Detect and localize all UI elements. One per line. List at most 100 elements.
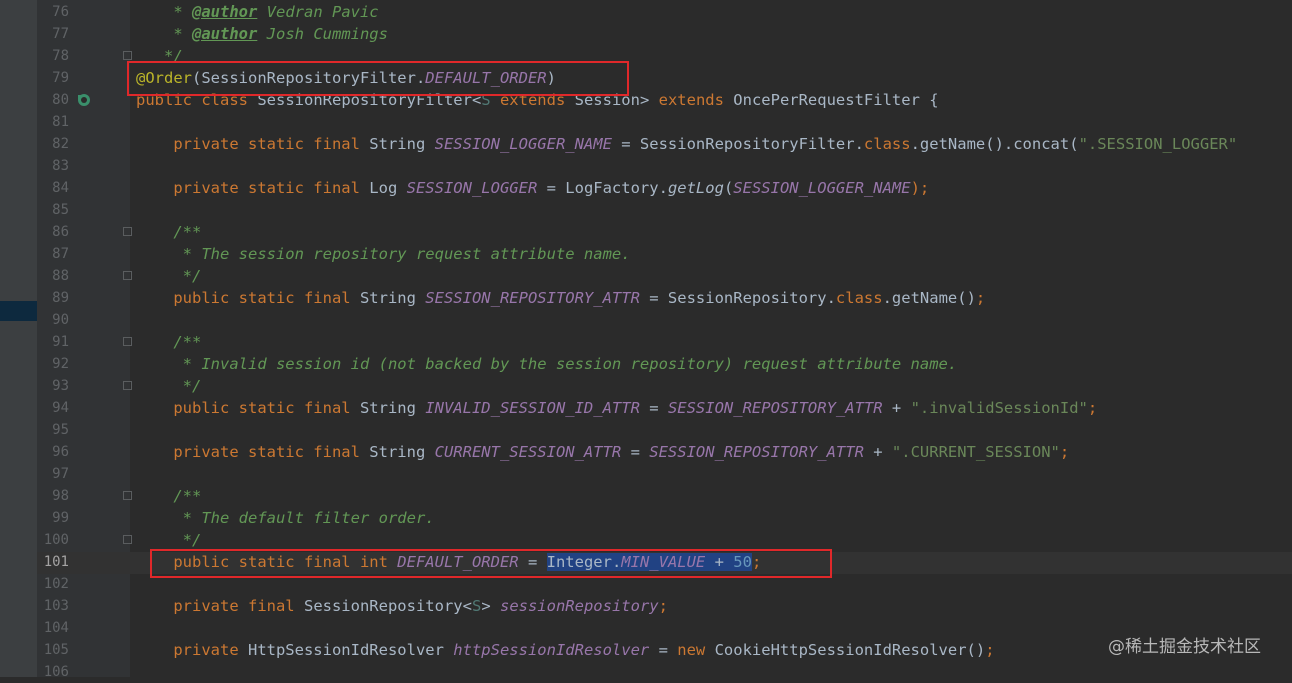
code-text: private static final String CURRENT_SESS… xyxy=(136,441,1069,463)
annotation-highlight-box xyxy=(127,61,629,96)
code-token: public static final xyxy=(136,399,360,417)
line-number: 94 xyxy=(52,400,69,416)
line-number: 102 xyxy=(43,576,69,592)
code-token: = xyxy=(649,641,678,659)
line-number: 82 xyxy=(52,136,69,152)
code-line[interactable]: 99 * The default filter order. xyxy=(0,507,1292,529)
code-token: OncePerRequestFilter { xyxy=(733,91,939,109)
code-line[interactable]: 81 xyxy=(0,111,1292,133)
code-text: private static final String SESSION_LOGG… xyxy=(136,133,1237,155)
code-token: CookieHttpSessionIdResolver() xyxy=(714,641,986,659)
implemented-class-icon[interactable] xyxy=(76,92,92,108)
code-token: Vedran Pavic xyxy=(257,3,379,21)
code-token: ; xyxy=(1087,399,1098,417)
line-number: 84 xyxy=(52,180,69,196)
code-line[interactable]: 105 private HttpSessionIdResolver httpSe… xyxy=(0,639,1292,661)
code-line[interactable]: 97 xyxy=(0,463,1292,485)
fold-marker-icon[interactable] xyxy=(123,271,132,280)
code-line[interactable]: 87 * The session repository request attr… xyxy=(0,243,1292,265)
line-number: 85 xyxy=(52,202,69,218)
code-token: + xyxy=(882,399,911,417)
code-token: = xyxy=(639,399,668,417)
code-line[interactable]: 89 public static final String SESSION_RE… xyxy=(0,287,1292,309)
code-text: /** xyxy=(136,485,201,507)
code-text: public static final String INVALID_SESSI… xyxy=(136,397,1097,419)
code-token: String xyxy=(369,135,435,153)
code-line[interactable]: 106 xyxy=(0,661,1292,683)
code-line[interactable]: 83 xyxy=(0,155,1292,177)
fold-marker-icon[interactable] xyxy=(123,491,132,500)
code-token: SESSION_REPOSITORY_ATTR xyxy=(649,443,864,461)
code-line[interactable]: 90 xyxy=(0,309,1292,331)
code-token: SESSION_LOGGER_NAME xyxy=(733,179,911,197)
code-token: SESSION_LOGGER_NAME xyxy=(434,135,612,153)
code-line[interactable]: 86 /** xyxy=(0,221,1292,243)
line-number: 96 xyxy=(52,444,69,460)
code-token: = SessionRepositoryFilter. xyxy=(611,135,864,153)
code-token: * The session repository request attribu… xyxy=(136,245,631,263)
code-text: private final SessionRepository<S> sessi… xyxy=(136,595,668,617)
fold-marker-icon[interactable] xyxy=(123,535,132,544)
fold-marker-icon[interactable] xyxy=(123,337,132,346)
code-line[interactable]: 94 public static final String INVALID_SE… xyxy=(0,397,1292,419)
code-token: SESSION_LOGGER xyxy=(406,179,538,197)
code-line[interactable]: 98 /** xyxy=(0,485,1292,507)
code-token: String xyxy=(359,399,426,417)
code-line[interactable]: 103 private final SessionRepository<S> s… xyxy=(0,595,1292,617)
code-line[interactable]: 76 * @author Vedran Pavic xyxy=(0,1,1292,23)
line-number: 78 xyxy=(52,48,69,64)
code-line[interactable]: 82 private static final String SESSION_L… xyxy=(0,133,1292,155)
fold-marker-icon[interactable] xyxy=(123,227,132,236)
code-line[interactable]: 95 xyxy=(0,419,1292,441)
code-token: Log xyxy=(369,179,407,197)
line-number: 93 xyxy=(52,378,69,394)
code-line[interactable]: 84 private static final Log SESSION_LOGG… xyxy=(0,177,1292,199)
line-number: 105 xyxy=(43,642,69,658)
line-number: 83 xyxy=(52,158,69,174)
code-token: ; xyxy=(658,597,668,615)
code-line[interactable]: 77 * @author Josh Cummings xyxy=(0,23,1292,45)
code-token: ; xyxy=(1059,443,1070,461)
code-token: private static final xyxy=(136,443,370,461)
code-line[interactable]: 96 private static final String CURRENT_S… xyxy=(0,441,1292,463)
code-line[interactable]: 100 */ xyxy=(0,529,1292,551)
line-number: 86 xyxy=(52,224,69,240)
code-line[interactable]: 92 * Invalid session id (not backed by t… xyxy=(0,353,1292,375)
line-number: 104 xyxy=(43,620,69,636)
code-token: ; xyxy=(985,641,995,659)
code-text: * @author Vedran Pavic xyxy=(136,1,379,23)
line-number: 87 xyxy=(52,246,69,262)
line-number: 80 xyxy=(52,92,69,108)
watermark: @稀土掘金技术社区 xyxy=(1108,637,1261,657)
code-token: * xyxy=(136,3,192,21)
code-text: /** xyxy=(136,331,201,353)
line-number: 92 xyxy=(52,356,69,372)
code-line[interactable]: 104 xyxy=(0,617,1292,639)
line-number: 100 xyxy=(43,532,69,548)
code-text: * @author Josh Cummings xyxy=(136,23,388,45)
code-line[interactable]: 85 xyxy=(0,199,1292,221)
code-line[interactable]: 93 */ xyxy=(0,375,1292,397)
code-text: * Invalid session id (not backed by the … xyxy=(136,353,958,375)
line-number: 103 xyxy=(43,598,69,614)
fold-marker-icon[interactable] xyxy=(123,51,132,60)
code-token: /** xyxy=(136,333,202,351)
fold-marker-icon[interactable] xyxy=(123,381,132,390)
code-token: SESSION_REPOSITORY_ATTR xyxy=(667,399,883,417)
code-line[interactable]: 88 */ xyxy=(0,265,1292,287)
code-token: CURRENT_SESSION_ATTR xyxy=(434,443,622,461)
code-token: httpSessionIdResolver xyxy=(453,641,650,659)
line-number: 88 xyxy=(52,268,69,284)
code-token: .getName() xyxy=(882,289,976,307)
code-token: SESSION_REPOSITORY_ATTR xyxy=(425,289,640,307)
line-number: 76 xyxy=(52,4,69,20)
line-number: 90 xyxy=(52,312,69,328)
code-token: = SessionRepository. xyxy=(639,289,836,307)
code-token: ".SESSION_LOGGER" xyxy=(1078,135,1238,153)
code-token: class xyxy=(863,135,911,153)
code-line[interactable]: 91 /** xyxy=(0,331,1292,353)
code-token: private static final xyxy=(136,135,370,153)
code-text: */ xyxy=(136,265,202,287)
code-token: ( xyxy=(723,179,734,197)
code-token: .getName().concat( xyxy=(910,135,1079,153)
